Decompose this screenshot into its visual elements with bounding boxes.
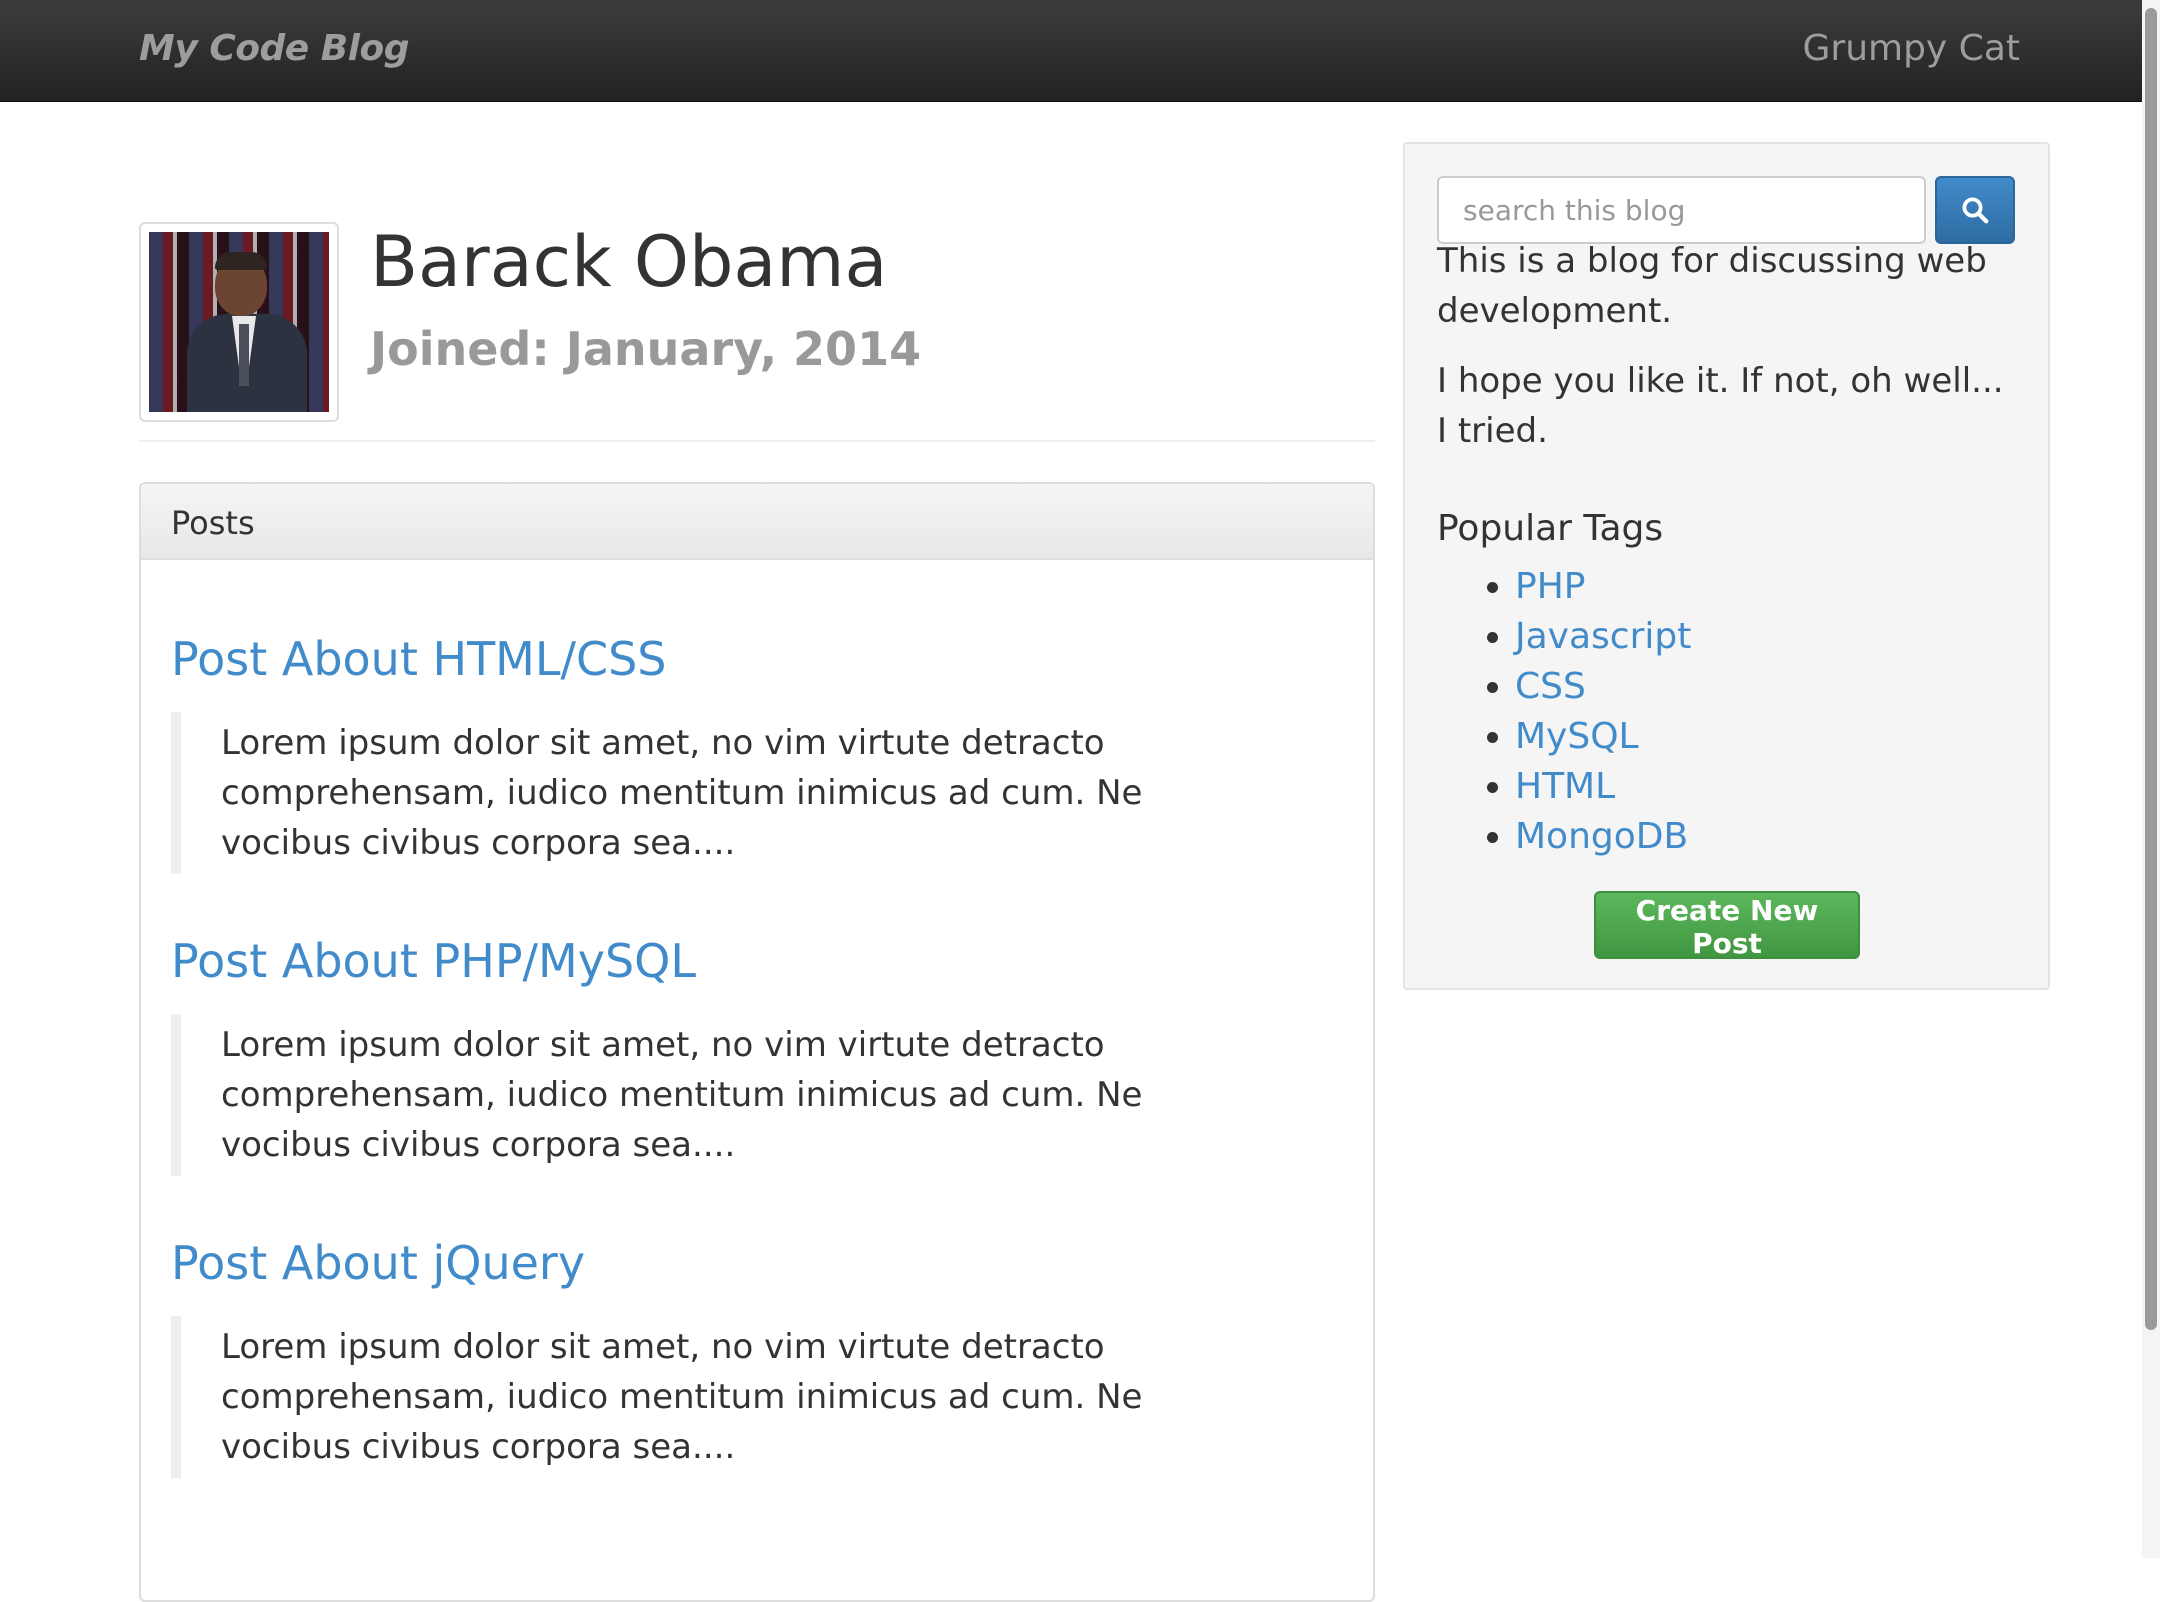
post-item: Post About jQuery Lorem ipsum dolor sit … — [171, 1236, 1281, 1478]
profile-avatar — [139, 222, 339, 422]
posts-panel: Posts Post About HTML/CSS Lorem ipsum do… — [139, 482, 1375, 1602]
tag-link-javascript[interactable]: Javascript — [1515, 616, 1691, 657]
post-excerpt: Lorem ipsum dolor sit amet, no vim virtu… — [171, 1014, 1281, 1176]
post-excerpt: Lorem ipsum dolor sit amet, no vim virtu… — [171, 712, 1281, 874]
tag-list-item: PHP — [1515, 562, 1691, 612]
tag-list-item: Javascript — [1515, 612, 1691, 662]
post-title-link[interactable]: Post About PHP/MySQL — [171, 934, 1281, 988]
user-menu-link[interactable]: Grumpy Cat — [1803, 28, 2021, 69]
post-title-link[interactable]: Post About HTML/CSS — [171, 632, 1281, 686]
tag-link-mongodb[interactable]: MongoDB — [1515, 816, 1688, 857]
blog-description-secondary: I hope you like it. If not, oh well... I… — [1437, 361, 2004, 451]
post-item: Post About PHP/MySQL Lorem ipsum dolor s… — [171, 934, 1281, 1176]
tag-link-css[interactable]: CSS — [1515, 666, 1586, 707]
tag-link-html[interactable]: HTML — [1515, 766, 1615, 807]
top-navbar: My Code Blog Grumpy Cat — [0, 0, 2160, 102]
tag-list-item: MongoDB — [1515, 812, 1691, 862]
tag-list-item: HTML — [1515, 762, 1691, 812]
tag-list-item: CSS — [1515, 662, 1691, 712]
profile-joined-date: Joined: January, 2014 — [370, 322, 922, 376]
search-input[interactable] — [1437, 176, 1926, 244]
tag-link-php[interactable]: PHP — [1515, 566, 1586, 607]
avatar-photo — [149, 232, 329, 412]
profile-divider — [139, 440, 1375, 442]
tag-link-mysql[interactable]: MySQL — [1515, 716, 1639, 757]
create-new-post-button[interactable]: Create New Post — [1594, 891, 1860, 960]
vertical-scrollbar[interactable] — [2142, 0, 2160, 1558]
popular-tags-heading: Popular Tags — [1437, 508, 1664, 549]
search-button[interactable] — [1935, 176, 2015, 244]
post-item: Post About HTML/CSS Lorem ipsum dolor si… — [171, 632, 1281, 874]
post-excerpt: Lorem ipsum dolor sit amet, no vim virtu… — [171, 1316, 1281, 1478]
sidebar-well: This is a blog for discussing web develo… — [1403, 142, 2050, 990]
profile-name: Barack Obama — [370, 221, 888, 303]
popular-tags-list: PHP Javascript CSS MySQL HTML MongoDB — [1437, 562, 1691, 862]
tag-list-item: MySQL — [1515, 712, 1691, 762]
brand-logo-link[interactable]: My Code Blog — [139, 28, 409, 69]
post-title-link[interactable]: Post About jQuery — [171, 1236, 1281, 1290]
scrollbar-thumb[interactable] — [2145, 8, 2157, 1330]
search-icon — [1962, 197, 1989, 224]
posts-panel-heading: Posts — [141, 484, 1373, 560]
blog-description: This is a blog for discussing web develo… — [1437, 241, 1987, 331]
